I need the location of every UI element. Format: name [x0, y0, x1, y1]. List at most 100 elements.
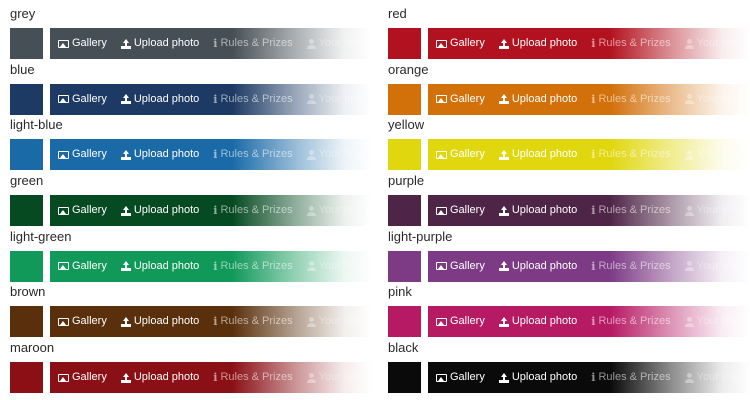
- rules-prizes-link[interactable]: i Rules & Prizes: [591, 139, 670, 170]
- gallery-link[interactable]: Gallery: [58, 251, 107, 282]
- your-images-link[interactable]: Your Ima: [684, 306, 740, 337]
- upload-photo-link[interactable]: Upload photo: [120, 139, 199, 170]
- theme-entry: pink Gallery Upload photo i Rules & Prizes Yo…: [388, 278, 750, 338]
- rules-prizes-link[interactable]: i Rules & Prizes: [591, 306, 670, 337]
- upload-photo-link[interactable]: Upload photo: [498, 306, 577, 337]
- rules-prizes-link[interactable]: i Rules & Prizes: [213, 28, 292, 59]
- rules-prizes-link[interactable]: i Rules & Prizes: [591, 28, 670, 59]
- upload-photo-link-label: Upload photo: [511, 204, 578, 217]
- gallery-link[interactable]: Gallery: [436, 306, 485, 337]
- your-images-link-label: Your Ima: [696, 204, 741, 217]
- upload-photo-link[interactable]: Upload photo: [120, 251, 199, 282]
- gallery-link[interactable]: Gallery: [58, 84, 107, 115]
- theme-name-label: light-purple: [388, 228, 453, 244]
- rules-prizes-link[interactable]: i Rules & Prizes: [213, 306, 292, 337]
- upload-icon: [498, 261, 509, 272]
- upload-photo-link[interactable]: Upload photo: [120, 84, 199, 115]
- your-images-link[interactable]: Your Ima: [306, 362, 362, 393]
- color-swatch: [10, 28, 43, 59]
- gallery-link[interactable]: Gallery: [436, 195, 485, 226]
- your-images-link[interactable]: Your Ima: [684, 195, 741, 226]
- upload-photo-link[interactable]: Upload photo: [120, 306, 199, 337]
- upload-photo-link-label: Upload photo: [133, 37, 200, 49]
- your-images-link[interactable]: Your Ima: [684, 139, 740, 170]
- upload-icon: [498, 149, 509, 160]
- gallery-link[interactable]: Gallery: [436, 251, 485, 282]
- gallery-link[interactable]: Gallery: [58, 362, 107, 393]
- upload-photo-link[interactable]: Upload photo: [498, 195, 578, 226]
- gallery-link[interactable]: Gallery: [436, 362, 485, 393]
- gallery-icon: [436, 150, 447, 159]
- gallery-link[interactable]: Gallery: [58, 139, 107, 170]
- upload-icon: [498, 372, 509, 383]
- rules-prizes-link[interactable]: i Rules & Prizes: [591, 195, 670, 226]
- upload-photo-link[interactable]: Upload photo: [498, 362, 577, 393]
- gallery-link[interactable]: Gallery: [436, 139, 485, 170]
- theme-entry: black Gallery Upload photo i Rules & Prizes Y…: [388, 334, 750, 394]
- your-images-link[interactable]: Your Ima: [306, 139, 362, 170]
- your-images-link[interactable]: Your Ima: [684, 84, 740, 115]
- color-swatch: [10, 139, 43, 171]
- gallery-icon: [436, 95, 447, 104]
- theme-name-label: grey: [10, 6, 36, 21]
- gallery-icon: [58, 262, 69, 271]
- gallery-link[interactable]: Gallery: [58, 195, 107, 226]
- gallery-icon: [58, 317, 69, 326]
- upload-photo-link[interactable]: Upload photo: [120, 28, 200, 59]
- rules-prizes-link[interactable]: i Rules & Prizes: [591, 251, 670, 282]
- theme-name-label: brown: [10, 284, 46, 300]
- your-images-link[interactable]: Your Ima: [306, 306, 362, 337]
- your-images-link[interactable]: Your Ima: [306, 84, 363, 115]
- gallery-link[interactable]: Gallery: [436, 28, 485, 59]
- upload-photo-link[interactable]: Upload photo: [498, 28, 577, 59]
- user-icon: [306, 316, 316, 327]
- your-images-link[interactable]: Your Ima: [684, 251, 740, 282]
- rules-prizes-link[interactable]: i Rules & Prizes: [213, 139, 292, 170]
- info-icon: i: [213, 37, 218, 50]
- your-images-link[interactable]: Your Ima: [306, 28, 363, 59]
- color-swatch: [10, 83, 43, 115]
- info-icon: i: [213, 92, 218, 106]
- rules-prizes-link[interactable]: i Rules & Prizes: [591, 84, 670, 115]
- upload-photo-link[interactable]: Upload photo: [498, 139, 577, 170]
- upload-photo-link-label: Upload photo: [133, 371, 200, 384]
- rules-prizes-link[interactable]: i Rules & Prizes: [213, 195, 292, 226]
- your-images-link-label: Your Ima: [318, 92, 363, 105]
- color-swatch: [388, 28, 421, 59]
- gallery-link-label: Gallery: [450, 259, 485, 272]
- theme-name-label: black: [388, 340, 419, 356]
- left-column: grey Gallery Upload photo i Rules & Prizes Yo…: [10, 0, 372, 394]
- your-images-link-label: Your Ima: [318, 259, 363, 272]
- gallery-link[interactable]: Gallery: [58, 28, 107, 59]
- rules-prizes-link-label: Rules & Prizes: [220, 204, 293, 217]
- user-icon: [684, 94, 694, 105]
- upload-photo-link[interactable]: Upload photo: [498, 251, 577, 282]
- theme-name-label: light-green: [10, 228, 72, 244]
- rules-prizes-link[interactable]: i Rules & Prizes: [213, 84, 292, 115]
- upload-photo-link[interactable]: Upload photo: [120, 362, 200, 393]
- navbar-preview: Gallery Upload photo i Rules & Prizes Your I…: [50, 250, 372, 282]
- upload-icon: [498, 316, 509, 327]
- navbar-preview: Gallery Upload photo i Rules & Prizes Your I…: [428, 83, 750, 115]
- rules-prizes-link[interactable]: i Rules & Prizes: [213, 362, 292, 393]
- your-images-link-label: Your Ima: [318, 204, 363, 217]
- color-swatch: [388, 83, 421, 115]
- upload-icon: [120, 38, 131, 49]
- your-images-link[interactable]: Your Ima: [306, 251, 363, 282]
- gallery-link[interactable]: Gallery: [436, 84, 485, 115]
- your-images-link[interactable]: Your Ima: [306, 195, 363, 226]
- rules-prizes-link[interactable]: i Rules & Prizes: [213, 251, 292, 282]
- your-images-link[interactable]: Your Ima: [684, 28, 740, 59]
- your-images-link-label: Your Ima: [318, 37, 363, 49]
- upload-photo-link[interactable]: Upload photo: [120, 195, 199, 226]
- right-column: red Gallery Upload photo i Rules & Prizes You…: [388, 0, 750, 394]
- theme-entry: red Gallery Upload photo i Rules & Prizes You…: [388, 0, 750, 59]
- gallery-link[interactable]: Gallery: [58, 306, 107, 337]
- info-icon: i: [591, 92, 596, 106]
- your-images-link[interactable]: Your Ima: [684, 362, 740, 393]
- theme-entry: grey Gallery Upload photo i Rules & Prizes Yo…: [10, 0, 372, 59]
- upload-photo-link[interactable]: Upload photo: [498, 84, 577, 115]
- color-swatch: [388, 362, 421, 394]
- rules-prizes-link-label: Rules & Prizes: [598, 37, 671, 49]
- rules-prizes-link[interactable]: i Rules & Prizes: [591, 362, 670, 393]
